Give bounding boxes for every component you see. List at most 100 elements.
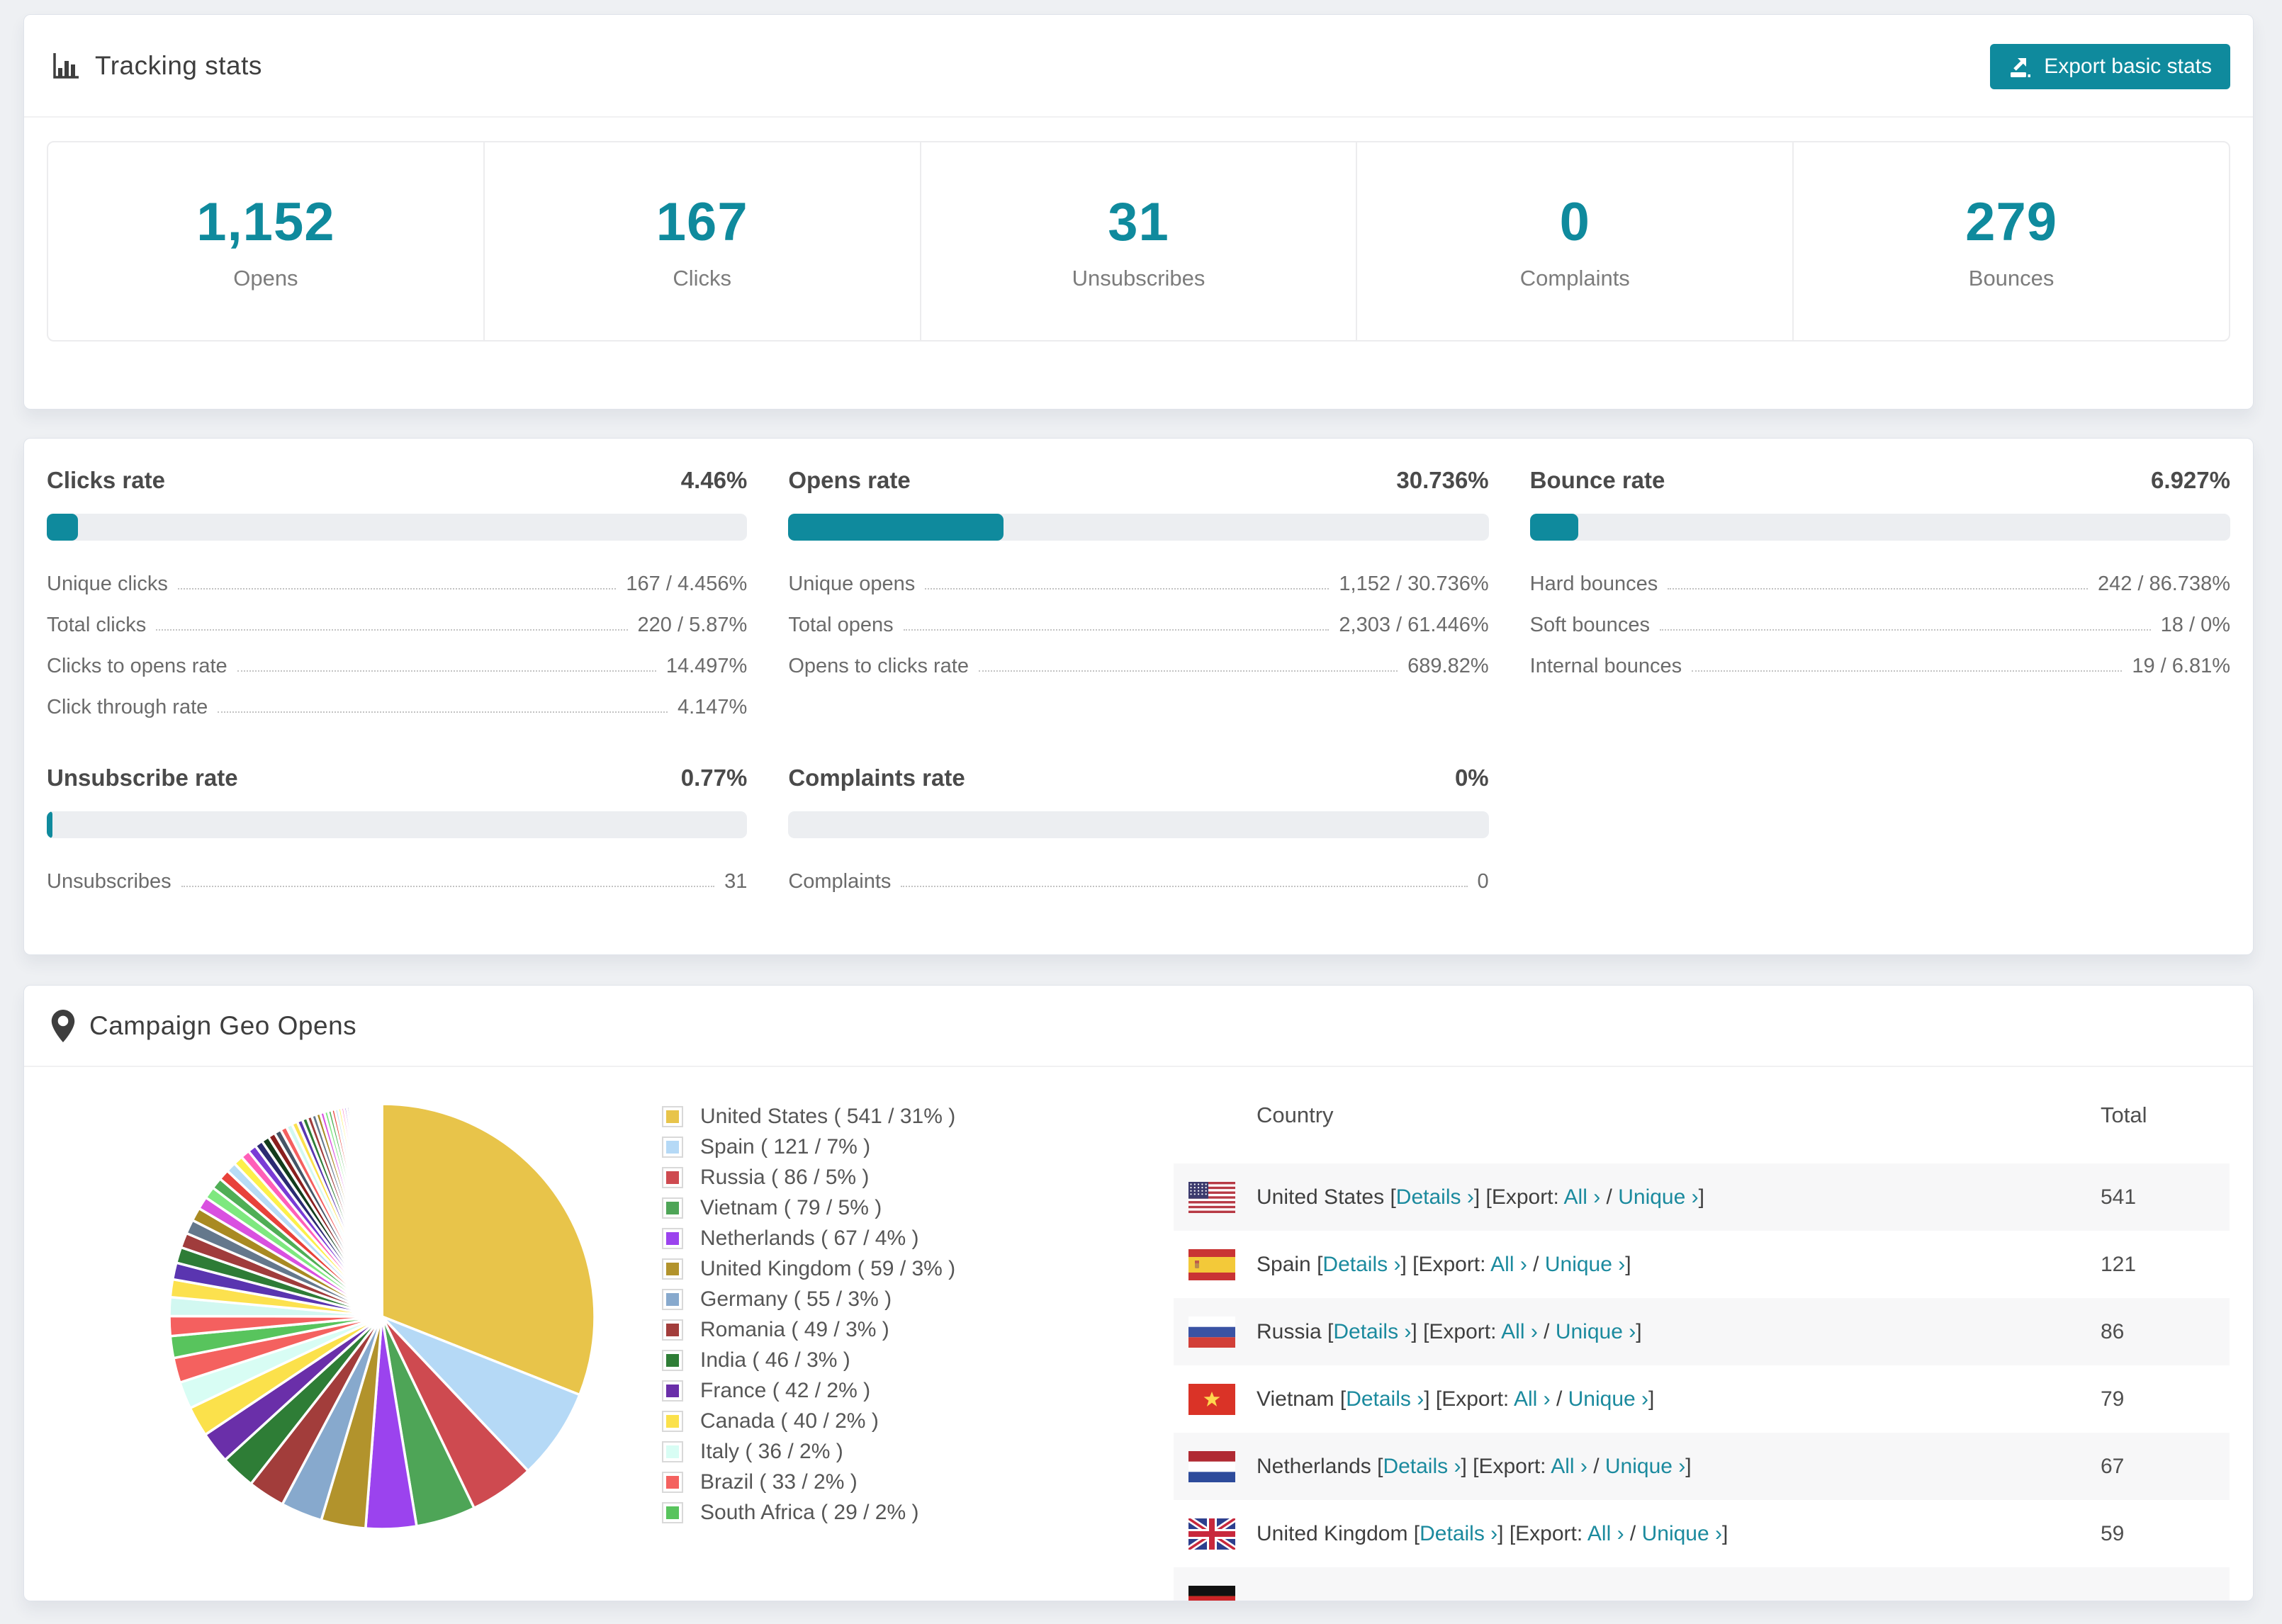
rate-detail-value: 14.497% <box>665 655 748 677</box>
stat-value: 31 <box>1108 192 1169 252</box>
export-unique-link[interactable]: Unique › <box>1568 1387 1648 1411</box>
dotted-leader <box>218 711 668 713</box>
rate-block-unsubscribe-rate: Unsubscribe rate 0.77% Unsubscribes 31 <box>47 756 748 893</box>
rate-detail-label: Internal bounces <box>1529 655 1682 677</box>
dotted-leader <box>156 629 628 631</box>
legend-item-romania: Romania ( 49 / 3% ) <box>662 1314 955 1345</box>
rate-detail-row: Total clicks 220 / 5.87% <box>47 596 747 637</box>
legend-swatch <box>662 1197 683 1219</box>
geo-table-row <box>1174 1567 2230 1601</box>
rate-value: 4.46% <box>680 467 748 493</box>
country-flag-vn <box>1188 1383 1235 1415</box>
rate-progress-fill <box>788 514 1004 541</box>
export-all-link[interactable]: All › <box>1551 1455 1587 1478</box>
geo-body: United States ( 541 / 31% ) Spain ( 121 … <box>24 1067 2253 1601</box>
legend-label: United Kingdom ( 59 / 3% ) <box>700 1256 956 1280</box>
rate-detail-label: Opens to clicks rate <box>788 655 969 677</box>
export-all-link[interactable]: All › <box>1501 1320 1538 1343</box>
export-unique-link[interactable]: Unique › <box>1556 1320 1636 1343</box>
legend-label: France ( 42 / 2% ) <box>700 1378 871 1402</box>
legend-item-spain: Spain ( 121 / 7% ) <box>662 1132 955 1162</box>
country-flag-us <box>1188 1181 1235 1213</box>
rate-detail-row: Soft bounces 18 / 0% <box>1530 596 2230 637</box>
legend-item-united-states: United States ( 541 / 31% ) <box>662 1101 955 1132</box>
rate-name: Unsubscribe rate <box>47 765 238 791</box>
stat-cell-unsubscribes: 31 Unsubscribes <box>921 142 1358 340</box>
rate-value: 6.927% <box>2151 467 2230 493</box>
geo-opens-table: Country Total United States [Details ›] … <box>1174 1067 2230 1601</box>
rate-detail-value: 2,303 / 61.446% <box>1339 614 1489 636</box>
rate-block-clicks-rate: Clicks rate 4.46% Unique clicks 167 / 4.… <box>47 458 748 719</box>
stat-label: Clicks <box>673 266 732 291</box>
details-link[interactable]: Details › <box>1333 1320 1411 1343</box>
rate-block-complaints-rate: Complaints rate 0% Complaints 0 <box>788 756 1489 893</box>
stat-cell-complaints: 0 Complaints <box>1357 142 1794 340</box>
rate-detail-row: Unique opens 1,152 / 30.736% <box>788 555 1488 596</box>
country-column-header: Country <box>1257 1103 1334 1127</box>
legend-label: Vietnam ( 79 / 5% ) <box>700 1195 882 1219</box>
rate-block-bounce-rate: Bounce rate 6.927% Hard bounces 242 / 86… <box>1529 458 2230 719</box>
details-link[interactable]: Details › <box>1322 1253 1400 1276</box>
stat-value: 0 <box>1559 192 1590 252</box>
total-cell: 79 <box>2101 1387 2125 1411</box>
geo-table-row-russia: Russia [Details ›] [Export: All › / Uniq… <box>1174 1298 2230 1365</box>
export-basic-stats-button[interactable]: Export basic stats <box>1990 44 2230 89</box>
country-cell: Netherlands [Details ›] [Export: All › /… <box>1257 1454 1692 1478</box>
rate-name: Complaints rate <box>788 765 965 791</box>
rate-detail-value: 1,152 / 30.736% <box>1339 573 1489 595</box>
rate-detail-label: Click through rate <box>47 696 208 718</box>
export-unique-link[interactable]: Unique › <box>1545 1253 1625 1276</box>
export-unique-link[interactable]: Unique › <box>1642 1522 1722 1545</box>
total-cell: 86 <box>2101 1319 2125 1343</box>
details-link[interactable]: Details › <box>1420 1522 1497 1545</box>
details-link[interactable]: Details › <box>1396 1185 1474 1209</box>
stat-cell-opens: 1,152 Opens <box>48 142 485 340</box>
rate-detail-value: 167 / 4.456% <box>626 573 748 595</box>
geo-table-row-spain: Spain [Details ›] [Export: All › / Uniqu… <box>1174 1231 2230 1298</box>
details-link[interactable]: Details › <box>1383 1455 1461 1478</box>
tracking-stats-title: Tracking stats <box>95 50 262 80</box>
dotted-leader <box>177 588 617 590</box>
rates-grid: Clicks rate 4.46% Unique clicks 167 / 4.… <box>24 439 2253 922</box>
country-cell: United Kingdom [Details ›] [Export: All … <box>1257 1521 1729 1545</box>
export-button-label: Export basic stats <box>2044 55 2212 78</box>
rate-progress-track <box>47 514 748 541</box>
tracking-stats-header: Tracking stats Export basic stats <box>24 15 2253 118</box>
legend-swatch <box>662 1471 683 1493</box>
export-all-link[interactable]: All › <box>1490 1253 1527 1276</box>
map-pin-icon <box>51 1009 75 1042</box>
country-flag-gb <box>1188 1518 1235 1550</box>
legend-item-canada: Canada ( 40 / 2% ) <box>662 1406 955 1436</box>
rate-detail-value: 31 <box>724 870 748 893</box>
dotted-leader <box>925 588 1330 590</box>
rate-progress-track <box>788 514 1489 541</box>
details-link[interactable]: Details › <box>1346 1387 1424 1411</box>
rate-detail-row: Unique clicks 167 / 4.456% <box>47 555 747 596</box>
legend-swatch <box>662 1288 683 1310</box>
geo-header: Campaign Geo Opens <box>24 986 2253 1067</box>
country-cell: Vietnam [Details ›] [Export: All › / Uni… <box>1257 1387 1655 1411</box>
dotted-leader <box>1659 629 2151 631</box>
legend-swatch <box>662 1410 683 1432</box>
export-all-link[interactable]: All › <box>1514 1387 1551 1411</box>
legend-label: United States ( 541 / 31% ) <box>700 1104 956 1128</box>
legend-label: South Africa ( 29 / 2% ) <box>700 1500 919 1524</box>
stat-label: Bounces <box>1968 266 2055 291</box>
export-unique-link[interactable]: Unique › <box>1605 1455 1685 1478</box>
export-all-link[interactable]: All › <box>1564 1185 1601 1209</box>
rate-detail-value: 4.147% <box>677 696 748 718</box>
rate-detail-value: 0 <box>1477 870 1489 893</box>
geo-table-row-united-kingdom: United Kingdom [Details ›] [Export: All … <box>1174 1500 2230 1567</box>
export-all-link[interactable]: All › <box>1587 1522 1624 1545</box>
legend-swatch <box>662 1136 683 1158</box>
total-cell: 121 <box>2101 1252 2137 1276</box>
rate-detail-row: Complaints 0 <box>788 852 1488 893</box>
rate-progress-track <box>1529 514 2230 541</box>
country-flag-es <box>1188 1248 1235 1280</box>
rate-detail-row: Unsubscribes 31 <box>47 852 747 893</box>
legend-swatch <box>662 1105 683 1127</box>
rates-card: Clicks rate 4.46% Unique clicks 167 / 4.… <box>23 438 2254 955</box>
rate-detail-row: Internal bounces 19 / 6.81% <box>1530 637 2230 678</box>
export-unique-link[interactable]: Unique › <box>1618 1185 1698 1209</box>
legend-swatch <box>662 1501 683 1523</box>
